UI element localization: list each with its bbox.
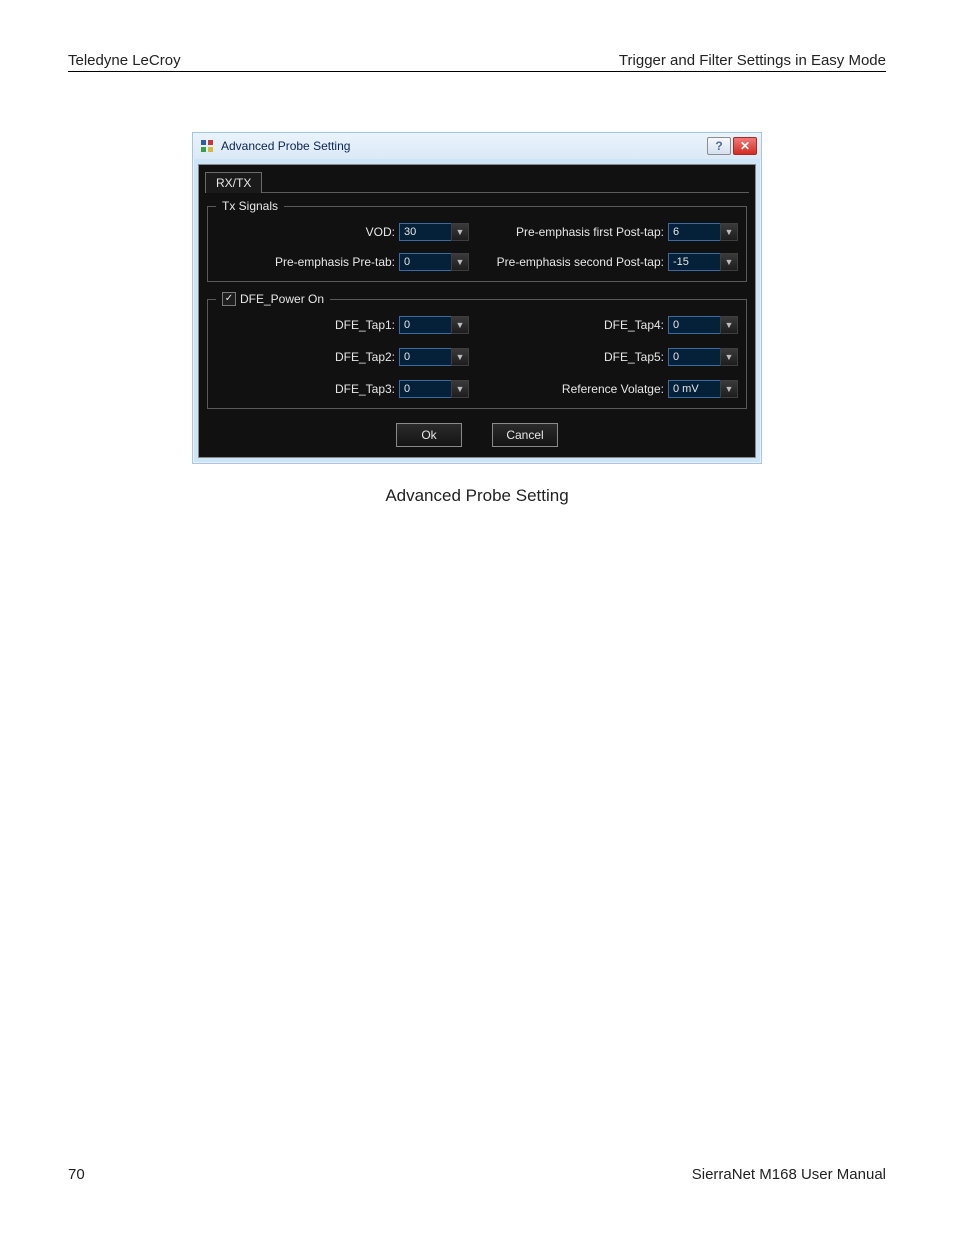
- app-icon: [199, 138, 215, 154]
- header-rule: [68, 71, 886, 72]
- dfe-power-on-legend: DFE_Power On: [240, 292, 324, 306]
- advanced-probe-setting-dialog: Advanced Probe Setting ? ✕ RX/TX Tx Sign…: [192, 132, 762, 464]
- dialog-client-area: RX/TX Tx Signals VOD: ▼ Pre-em: [198, 164, 756, 458]
- dfe-tap2-dropdown[interactable]: ▼: [451, 348, 469, 366]
- close-button[interactable]: ✕: [733, 137, 757, 155]
- preemph-second-label: Pre-emphasis second Post-tap:: [497, 255, 664, 269]
- tx-signals-legend: Tx Signals: [216, 199, 284, 213]
- dfe-tap3-dropdown[interactable]: ▼: [451, 380, 469, 398]
- vod-input[interactable]: [399, 223, 451, 241]
- footer-right: SierraNet M168 User Manual: [692, 1166, 886, 1183]
- cancel-button[interactable]: Cancel: [492, 423, 558, 447]
- preemph-pretab-input[interactable]: [399, 253, 451, 271]
- vod-label: VOD:: [366, 225, 395, 239]
- dfe-tap1-label: DFE_Tap1:: [335, 318, 395, 332]
- dfe-tap5-dropdown[interactable]: ▼: [720, 348, 738, 366]
- preemph-first-label: Pre-emphasis first Post-tap:: [516, 225, 664, 239]
- header-right: Trigger and Filter Settings in Easy Mode: [619, 52, 886, 69]
- preemph-pretab-label: Pre-emphasis Pre-tab:: [275, 255, 395, 269]
- dfe-power-on-checkbox[interactable]: ✓: [222, 292, 236, 306]
- preemph-second-dropdown[interactable]: ▼: [720, 253, 738, 271]
- dfe-tap5-label: DFE_Tap5:: [604, 350, 664, 364]
- refvolt-input[interactable]: [668, 380, 720, 398]
- preemph-first-dropdown[interactable]: ▼: [720, 223, 738, 241]
- figure-caption: Advanced Probe Setting: [385, 486, 568, 506]
- preemph-pretab-dropdown[interactable]: ▼: [451, 253, 469, 271]
- dfe-tap4-label: DFE_Tap4:: [604, 318, 664, 332]
- tab-rx-tx[interactable]: RX/TX: [205, 172, 262, 193]
- dialog-title: Advanced Probe Setting: [221, 139, 707, 153]
- page-header: Teledyne LeCroy Trigger and Filter Setti…: [68, 52, 886, 69]
- dfe-tap4-dropdown[interactable]: ▼: [720, 316, 738, 334]
- refvolt-dropdown[interactable]: ▼: [720, 380, 738, 398]
- tabstrip: RX/TX: [205, 171, 749, 193]
- dfe-power-on-group: ✓ DFE_Power On DFE_Tap1: ▼ DFE_Tap4:: [207, 292, 747, 409]
- dfe-tap2-input[interactable]: [399, 348, 451, 366]
- dfe-tap3-input[interactable]: [399, 380, 451, 398]
- preemph-second-input[interactable]: [668, 253, 720, 271]
- ok-button[interactable]: Ok: [396, 423, 462, 447]
- dfe-tap5-input[interactable]: [668, 348, 720, 366]
- dfe-tap4-input[interactable]: [668, 316, 720, 334]
- dfe-tap1-input[interactable]: [399, 316, 451, 334]
- vod-dropdown[interactable]: ▼: [451, 223, 469, 241]
- tx-signals-group: Tx Signals VOD: ▼ Pre-emphasis first Pos…: [207, 199, 747, 282]
- help-button[interactable]: ?: [707, 137, 731, 155]
- header-left: Teledyne LeCroy: [68, 52, 181, 69]
- refvolt-label: Reference Volatge:: [562, 382, 664, 396]
- footer-page-number: 70: [68, 1166, 85, 1183]
- dfe-tap2-label: DFE_Tap2:: [335, 350, 395, 364]
- dfe-tap3-label: DFE_Tap3:: [335, 382, 395, 396]
- dialog-titlebar: Advanced Probe Setting ? ✕: [193, 133, 761, 159]
- preemph-first-input[interactable]: [668, 223, 720, 241]
- dfe-tap1-dropdown[interactable]: ▼: [451, 316, 469, 334]
- page-footer: 70 SierraNet M168 User Manual: [68, 1166, 886, 1183]
